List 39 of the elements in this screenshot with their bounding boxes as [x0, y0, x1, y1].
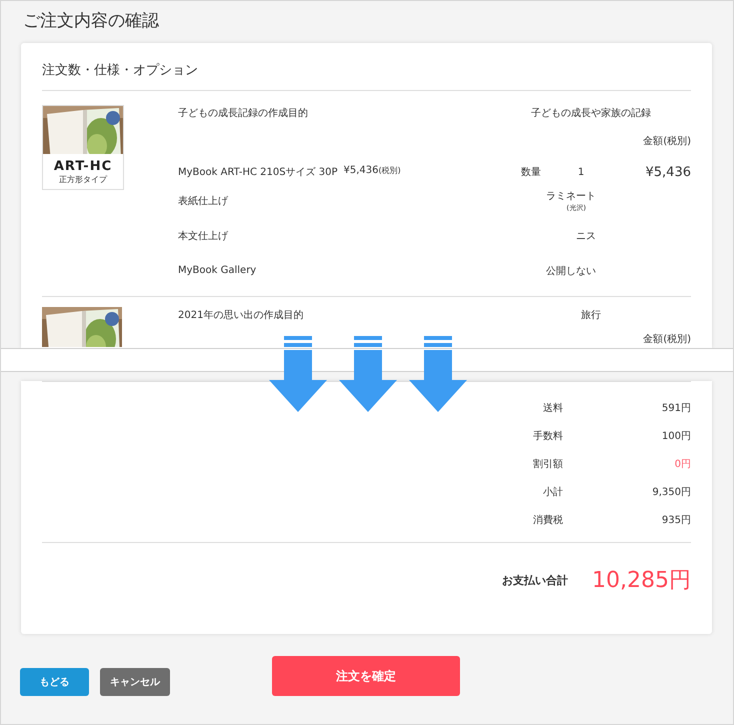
section-title: 注文数・仕様・オプション — [42, 43, 691, 91]
price-header: 金額(税別) — [643, 134, 691, 148]
summary-value: 0円 — [674, 458, 691, 471]
item-price: ¥5,436 — [644, 164, 691, 180]
option-label: 表紙仕上げ — [178, 194, 229, 208]
quantity-value: 1 — [576, 166, 586, 178]
summary-value: 935円 — [660, 514, 691, 527]
back-button[interactable]: もどる — [20, 668, 89, 696]
down-arrow-icon — [409, 336, 467, 412]
option-label: MyBook Gallery — [178, 265, 258, 276]
page-title: ご注文内容の確認 — [22, 10, 160, 33]
total-label: お支払い合計 — [502, 572, 568, 588]
cancel-button[interactable]: キャンセル — [100, 668, 170, 696]
purpose-label: 子どもの成長記録の作成目的 — [178, 106, 309, 120]
summary-label: 送料 — [542, 402, 563, 415]
summary-label: 消費税 — [532, 514, 563, 527]
total-amount: 10,285円 — [592, 567, 691, 595]
summary-label: 手数料 — [532, 430, 563, 443]
option-value: ニス — [576, 230, 596, 242]
down-arrow-icon — [269, 336, 327, 412]
thumbnail-subcaption: 正方形タイプ — [58, 174, 108, 185]
option-label: 本文仕上げ — [178, 230, 229, 242]
confirm-order-button[interactable]: 注文を確定 — [272, 656, 460, 696]
summary-label: 割引額 — [532, 458, 563, 471]
summary-value: 100円 — [660, 430, 691, 443]
thumbnail-caption: ART-HC — [52, 159, 114, 174]
summary-value: 591円 — [660, 402, 691, 415]
option-value: ラミネート — [546, 190, 596, 202]
summary-label: 小計 — [542, 486, 563, 499]
quantity-label: 数量 — [521, 166, 542, 179]
purpose-value: 子どもの成長や家族の記録 — [530, 106, 652, 120]
purpose-label: 2021年の思い出の作成目的 — [178, 308, 304, 322]
summary-value: 9,350円 — [651, 486, 691, 499]
unit-price: ¥5,436(税別) — [344, 165, 401, 178]
down-arrow-icon — [339, 336, 397, 412]
option-value: 公開しない — [546, 264, 596, 278]
purpose-value: 旅行 — [580, 308, 602, 322]
product-name: MyBook ART-HC 210Sサイズ 30P — [178, 166, 338, 179]
price-header: 金額(税別) — [643, 332, 691, 346]
